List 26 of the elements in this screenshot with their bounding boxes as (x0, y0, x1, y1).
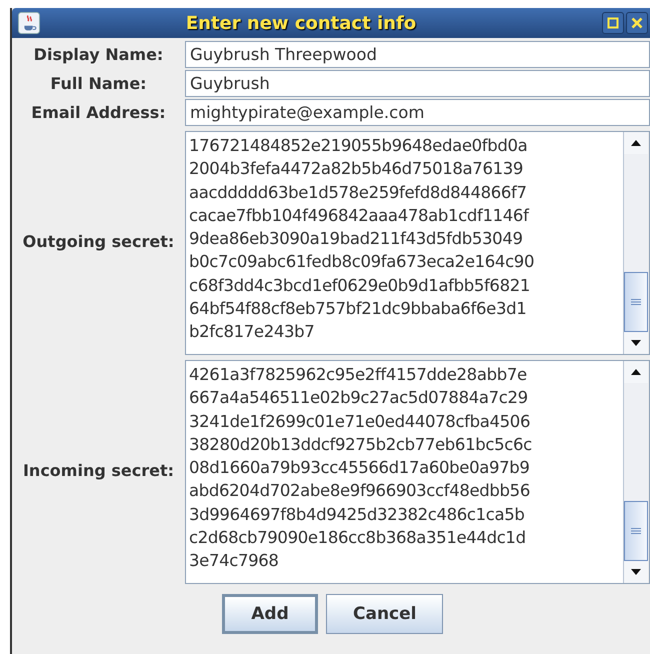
text-field[interactable]: Guybrush (185, 70, 650, 97)
up-arrow-icon (631, 140, 641, 146)
field-label: Incoming secret: (22, 460, 176, 482)
text-field[interactable]: Guybrush Threepwood (185, 41, 650, 68)
scrollbar[interactable] (623, 361, 648, 583)
grip-icon (631, 528, 641, 534)
down-arrow-icon (631, 569, 641, 575)
close-button[interactable] (626, 12, 648, 34)
grip-icon (631, 299, 641, 305)
field-label: Full Name: (49, 73, 148, 95)
scrollbar[interactable] (623, 132, 648, 354)
text-field[interactable]: mightypirate@example.com (185, 99, 650, 126)
cancel-button[interactable]: Cancel (326, 594, 444, 634)
up-arrow-icon (631, 369, 641, 375)
text-area[interactable]: 4261a3f7825962c95e2ff4157dde28abb7e 667a4a546511e02b9c27ac5d07884a7c29 3241de1f2699c01e71e0ed44078cfba4506 38280d20b13ddcf9275b2cb77eb61bc5c6c 08d1660a79b93cc45566d17a60be0a97b9 abd6204d702abe8e9f966903ccf48edbb56 3d9964697f8b4d9425d32382c486c1ca5b c2d68cb79090e186cc8b368a351e44dc1d 3e74c7968 (186, 361, 623, 583)
field-label: Outgoing secret: (22, 231, 176, 253)
cup-icon (18, 12, 40, 34)
maximize-icon (607, 17, 619, 29)
window-title: Enter new contact info (184, 12, 418, 34)
close-icon (631, 17, 643, 29)
field-label: Email Address: (30, 102, 167, 124)
add-button[interactable]: Add (222, 594, 318, 634)
maximize-button[interactable] (602, 12, 624, 34)
down-arrow-icon (631, 340, 641, 346)
field-label: Display Name: (32, 44, 164, 66)
text-area[interactable]: 176721484852e219055b9648edae0fbd0a 2004b3fefa4472a82b5b46d75018a76139 aacddddd63be1d578e259fefd8d844866f7 cacae7fbb104f496842aaa478ab1cdf1146f 9dea86eb3090a19bad211f43d5fdb53049 b0c7c09abc61fedb8c09fa673eca2e164c90 c68f3dd4c3bcd1ef0629e0b9d1afbb5f6821 64bf54f88cf8eb757bf21dc9bbaba6f6e3d1 b2fc817e243b7 (186, 132, 623, 354)
